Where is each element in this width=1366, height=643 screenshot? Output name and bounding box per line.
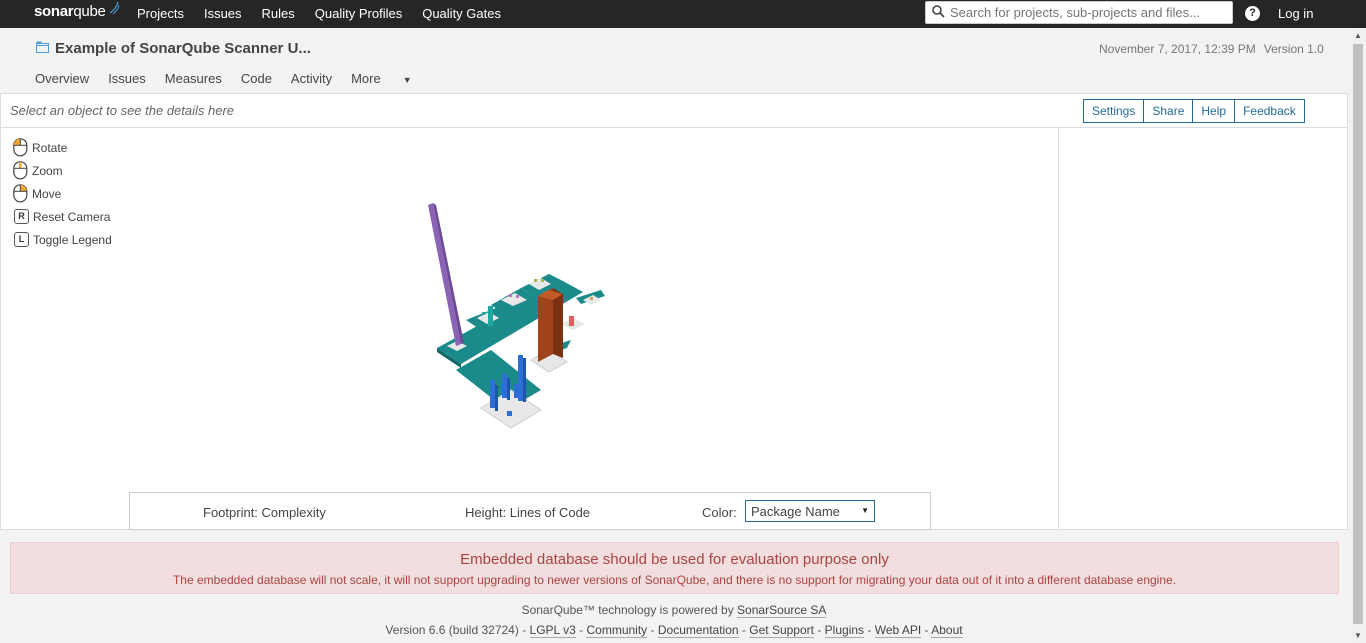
building-blue[interactable] xyxy=(502,374,507,398)
project-version: Version 1.0 xyxy=(1263,42,1324,56)
global-search[interactable] xyxy=(925,1,1233,24)
code-city-scene[interactable] xyxy=(1,128,1058,488)
tab-measures[interactable]: Measures xyxy=(165,71,222,86)
footer-separator: - xyxy=(579,623,584,637)
detail-bar: Select an object to see the details here… xyxy=(1,94,1347,128)
tab-more[interactable]: More ▼ xyxy=(351,71,431,86)
nav-projects[interactable]: Projects xyxy=(137,6,184,21)
footer-separator: - xyxy=(924,623,929,637)
building-small xyxy=(482,312,485,315)
building-blue[interactable] xyxy=(507,411,512,416)
logo-text-suffix: qube xyxy=(73,3,106,20)
footer-line-1: SonarQube™ technology is powered by Sona… xyxy=(0,603,1348,618)
nav-quality-profiles[interactable]: Quality Profiles xyxy=(315,6,402,21)
feedback-button[interactable]: Feedback xyxy=(1234,99,1305,123)
city-legend: Footprint: Complexity Height: Lines of C… xyxy=(129,492,931,530)
top-navbar: sonarqube Projects Issues Rules Quality … xyxy=(0,0,1366,28)
building-purple[interactable] xyxy=(428,203,461,346)
help-icon[interactable]: ? xyxy=(1245,6,1260,21)
footer-link-community[interactable]: Community xyxy=(586,623,648,638)
footer-link-support[interactable]: Get Support xyxy=(749,623,814,638)
3d-viewer[interactable]: Rotate Zoom Move R Reset Camera L Toggle… xyxy=(1,128,1059,530)
project-icon xyxy=(36,41,49,53)
color-label: Color: xyxy=(702,505,737,520)
footer-link-webapi[interactable]: Web API xyxy=(874,623,922,638)
dropdown-arrow-icon: ▼ xyxy=(861,506,869,515)
page-footer: SonarQube™ technology is powered by Sona… xyxy=(0,603,1348,638)
sonarsource-link[interactable]: SonarSource SA xyxy=(737,603,827,618)
building-red[interactable] xyxy=(569,316,574,326)
footer-separator: - xyxy=(522,623,527,637)
building-blue[interactable] xyxy=(490,380,495,408)
building-blue-side xyxy=(507,378,510,400)
nav-issues[interactable]: Issues xyxy=(204,6,242,21)
footer-separator: - xyxy=(650,623,655,637)
building-blue[interactable] xyxy=(514,384,518,398)
caret-down-icon: ▼ xyxy=(402,75,412,85)
building-small xyxy=(509,294,512,297)
footer-link-about[interactable]: About xyxy=(931,623,963,638)
tab-code[interactable]: Code xyxy=(241,71,272,86)
building-blue-side xyxy=(495,385,498,411)
sonarqube-logo[interactable]: sonarqube xyxy=(34,1,120,20)
search-input[interactable] xyxy=(950,4,1228,21)
help-button[interactable]: Help xyxy=(1192,99,1236,123)
footprint-label: Footprint: Complexity xyxy=(203,505,326,520)
codecity-panel: Select an object to see the details here… xyxy=(0,93,1348,530)
logo-waves-icon xyxy=(110,1,120,15)
footer-powered-by: SonarQube™ technology is powered by xyxy=(521,603,734,617)
analysis-date: November 7, 2017, 12:39 PM xyxy=(1099,42,1256,56)
color-select-value: Package Name xyxy=(751,504,840,519)
building-small xyxy=(590,297,593,300)
toolbar: Settings Share Help Feedback xyxy=(1083,99,1305,123)
building-blue-side xyxy=(523,358,526,402)
footer-separator: - xyxy=(817,623,822,637)
building-purple-side xyxy=(433,203,464,344)
building-small xyxy=(516,295,519,298)
detail-hint: Select an object to see the details here xyxy=(10,103,235,118)
footer-line-2: Version 6.6 (build 32724) - LGPL v3 - Co… xyxy=(0,623,1348,638)
footer-separator: - xyxy=(867,623,872,637)
footer-link-documentation[interactable]: Documentation xyxy=(657,623,739,638)
login-link[interactable]: Log in xyxy=(1278,6,1313,21)
logo-text: sonar xyxy=(34,3,74,20)
building-teal[interactable] xyxy=(488,306,493,326)
scroll-down-icon[interactable]: ▼ xyxy=(1354,631,1362,640)
height-label: Height: Lines of Code xyxy=(465,505,591,520)
settings-button[interactable]: Settings xyxy=(1083,99,1145,123)
embedded-db-warning: Embedded database should be used for eva… xyxy=(10,542,1339,594)
share-button[interactable]: Share xyxy=(1143,99,1194,123)
tab-overview[interactable]: Overview xyxy=(35,71,89,86)
footer-version: Version 6.6 (build 32724) xyxy=(385,623,519,637)
details-sidepanel xyxy=(1059,128,1347,530)
page-scrollbar[interactable]: ▲ ▼ xyxy=(1350,28,1366,643)
tab-issues[interactable]: Issues xyxy=(108,71,146,86)
tab-more-label: More xyxy=(351,71,381,86)
warning-title: Embedded database should be used for eva… xyxy=(460,551,889,568)
building-blue[interactable] xyxy=(518,355,523,401)
scroll-up-icon[interactable]: ▲ xyxy=(1354,31,1362,40)
scrollbar-thumb[interactable] xyxy=(1353,44,1363,624)
nav-rules[interactable]: Rules xyxy=(262,6,295,21)
footer-link-plugins[interactable]: Plugins xyxy=(824,623,865,638)
color-select[interactable]: Package Name ▼ xyxy=(745,500,875,522)
search-icon xyxy=(932,5,945,18)
footer-link-lgpl[interactable]: LGPL v3 xyxy=(529,623,576,638)
warning-text: The embedded database will not scale, it… xyxy=(172,573,1177,587)
project-nav: Overview Issues Measures Code Activity M… xyxy=(35,71,450,86)
building-small xyxy=(534,279,537,282)
footer-separator: - xyxy=(741,623,746,637)
tab-activity[interactable]: Activity xyxy=(291,71,332,86)
global-nav: Projects Issues Rules Quality Profiles Q… xyxy=(137,6,521,21)
building-small xyxy=(541,279,544,282)
project-title[interactable]: Example of SonarQube Scanner U... xyxy=(55,40,311,57)
project-meta: November 7, 2017, 12:39 PM Version 1.0 xyxy=(1099,42,1324,56)
nav-quality-gates[interactable]: Quality Gates xyxy=(422,6,501,21)
